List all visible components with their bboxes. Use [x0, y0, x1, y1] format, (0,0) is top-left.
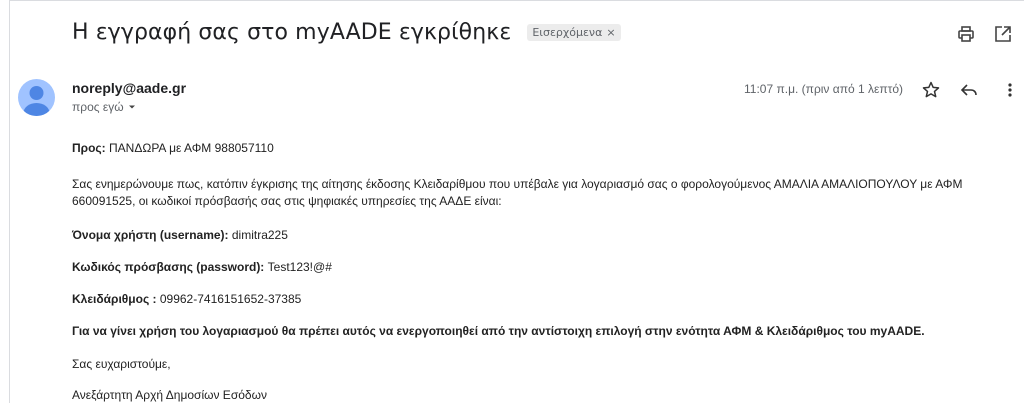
subject-row: Η εγγραφή σας στο myAADE εγκρίθηκε Εισερ…: [72, 20, 621, 45]
username-label: Όνομα χρήστη (username):: [72, 228, 229, 242]
password-label: Κωδικός πρόσβασης (password):: [72, 260, 265, 274]
inbox-label-chip[interactable]: Εισερχόμενα ×: [527, 24, 621, 41]
pane-top-border: [9, 0, 1024, 1]
activation-note-text: Για να γίνει χρήση του λογαριασμού θα πρ…: [72, 324, 925, 338]
password-value: Test123!@#: [264, 260, 332, 274]
to-line: Προς: ΠΑΝΔΩΡΑ με ΑΦΜ 988057110: [72, 141, 274, 155]
chevron-down-icon: [128, 105, 135, 109]
remove-label-icon[interactable]: ×: [606, 26, 615, 39]
email-subject: Η εγγραφή σας στο myAADE εγκρίθηκε: [72, 20, 512, 45]
to-value: ΠΑΝΔΩΡΑ με ΑΦΜ 988057110: [105, 141, 274, 155]
reply-icon[interactable]: [959, 80, 979, 100]
keycode-value: 09962-7416151652-37385: [156, 292, 302, 306]
more-vert-icon[interactable]: [1000, 80, 1020, 100]
recipient-label: προς εγώ: [72, 100, 124, 114]
person-icon: [23, 86, 50, 116]
username-line: Όνομα χρήστη (username): dimitra225: [72, 228, 288, 242]
label-chip-text: Εισερχόμενα: [532, 26, 603, 39]
open-in-new-window-icon[interactable]: [993, 24, 1013, 44]
pane-left-border: [9, 0, 10, 403]
closing-thanks: Σας ευχαριστούμε,: [72, 357, 171, 371]
sender-avatar[interactable]: [18, 79, 55, 116]
username-value: dimitra225: [228, 228, 288, 242]
recipient-details-toggle[interactable]: προς εγώ: [72, 100, 137, 114]
signature: Ανεξάρτητη Αρχή Δημοσίων Εσόδων: [72, 388, 267, 402]
keycode-line: Κλειδάριθμος : 09962-7416151652-37385: [72, 292, 301, 306]
message-timestamp: 11:07 π.μ. (πριν από 1 λεπτό): [744, 82, 904, 96]
intro-paragraph: Σας ενημερώνουμε πως, κατόπιν έγκρισης τ…: [72, 177, 963, 208]
to-label: Προς:: [72, 141, 106, 155]
password-line: Κωδικός πρόσβασης (password): Test123!@#: [72, 260, 332, 274]
sender-email[interactable]: noreply@aade.gr: [72, 80, 186, 96]
keycode-label: Κλειδάριθμος :: [72, 292, 157, 306]
activation-note: Για να γίνει χρήση του λογαριασμού θα πρ…: [72, 324, 925, 338]
star-icon[interactable]: [921, 80, 941, 100]
printer-icon[interactable]: [956, 24, 976, 44]
